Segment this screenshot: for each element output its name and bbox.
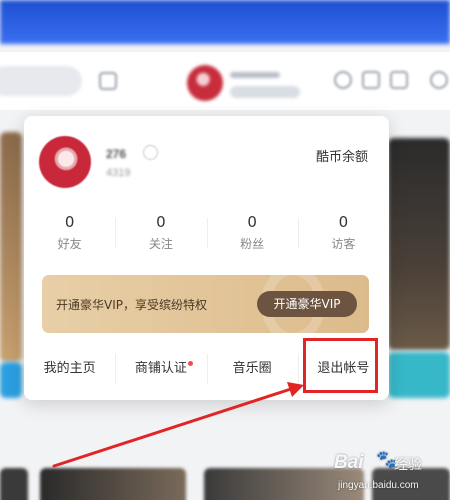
watermark-brand: Bai bbox=[334, 452, 364, 473]
watermark-brand-suffix: 经验 bbox=[394, 457, 422, 473]
baidu-jingyan-watermark: Bai 🐾 经验 jingyan.baidu.com bbox=[334, 448, 444, 496]
watermark-url: jingyan.baidu.com bbox=[338, 480, 419, 491]
annotation-arrow bbox=[52, 382, 304, 468]
